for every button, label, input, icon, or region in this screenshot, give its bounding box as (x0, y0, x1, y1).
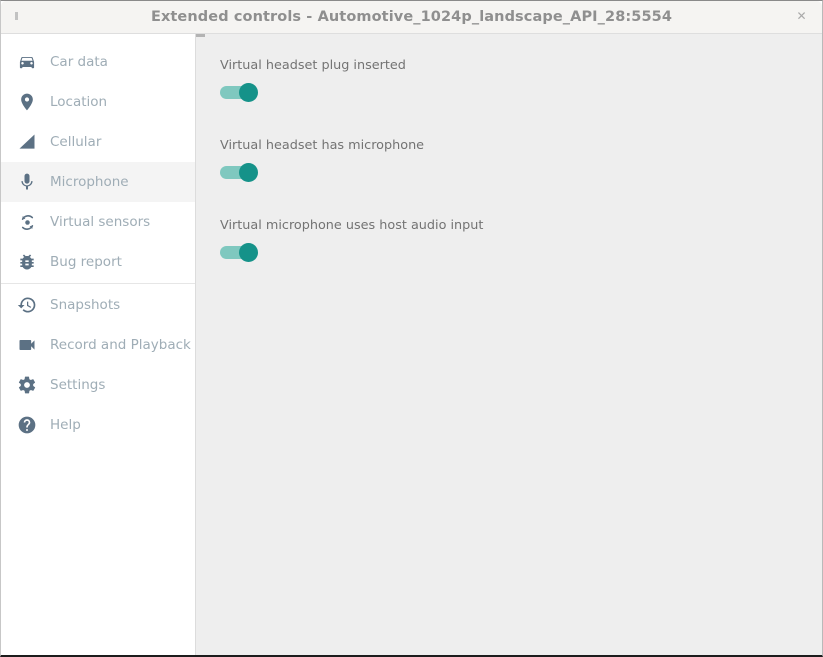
extended-controls-window: Extended controls - Automotive_1024p_lan… (0, 0, 823, 657)
toggle-knob (239, 163, 258, 182)
car-icon (17, 51, 43, 73)
sidebar-item-label: Cellular (50, 134, 101, 150)
sidebar-item-label: Microphone (50, 174, 129, 190)
microphone-settings-list: Virtual headset plug inserted Virtual hea… (196, 34, 822, 265)
sidebar-item-help[interactable]: Help (1, 405, 195, 445)
sidebar-item-snapshots[interactable]: Snapshots (1, 285, 195, 325)
setting-label: Virtual headset plug inserted (220, 58, 822, 73)
sidebar-item-car-data[interactable]: Car data (1, 42, 195, 82)
sidebar-item-label: Snapshots (50, 297, 120, 313)
setting-row-virtual-headset-plug-inserted: Virtual headset plug inserted (220, 58, 822, 105)
sidebar-item-cellular[interactable]: Cellular (1, 122, 195, 162)
location-pin-icon (17, 91, 43, 113)
setting-label: Virtual headset has microphone (220, 138, 822, 153)
close-icon[interactable]: ✕ (795, 10, 808, 23)
toggle-virtual-microphone-uses-host-audio-input[interactable] (220, 243, 258, 261)
setting-row-virtual-microphone-uses-host-audio-input: Virtual microphone uses host audio input (220, 218, 822, 265)
bug-icon (17, 251, 43, 273)
main-panel: Virtual headset plug inserted Virtual hea… (196, 34, 822, 655)
sidebar-divider (1, 283, 195, 284)
gear-icon (17, 374, 43, 396)
sidebar-item-label: Record and Playback (50, 337, 191, 353)
sidebar-item-location[interactable]: Location (1, 82, 195, 122)
toggle-virtual-headset-plug-inserted[interactable] (220, 83, 258, 101)
title-bar[interactable]: Extended controls - Automotive_1024p_lan… (1, 1, 822, 34)
sidebar-item-settings[interactable]: Settings (1, 365, 195, 405)
microphone-icon (17, 171, 43, 193)
sidebar-item-label: Virtual sensors (50, 214, 150, 230)
window-menu-icon[interactable] (15, 12, 18, 20)
sidebar-item-virtual-sensors[interactable]: Virtual sensors (1, 202, 195, 242)
video-camera-icon (17, 334, 43, 356)
toggle-knob (239, 243, 258, 262)
sidebar-item-record-and-playback[interactable]: Record and Playback (1, 325, 195, 365)
sidebar-item-label: Help (50, 417, 81, 433)
panel-scroll-nub (196, 34, 205, 37)
sidebar-item-label: Bug report (50, 254, 122, 270)
question-circle-icon (17, 414, 43, 436)
sidebar-nav: Car data Location Cellular Microphone Virtua… (1, 34, 196, 655)
setting-label: Virtual microphone uses host audio input (220, 218, 822, 233)
sidebar-item-label: Car data (50, 54, 108, 70)
window-body: Car data Location Cellular Microphone Virtua… (1, 34, 822, 655)
sidebar-item-label: Location (50, 94, 107, 110)
toggle-virtual-headset-has-microphone[interactable] (220, 163, 258, 181)
sidebar-item-bug-report[interactable]: Bug report (1, 242, 195, 282)
rotate-sensor-icon (17, 211, 43, 233)
toggle-knob (239, 83, 258, 102)
window-title: Extended controls - Automotive_1024p_lan… (151, 9, 672, 25)
history-clock-icon (17, 294, 43, 316)
signal-bars-icon (17, 131, 43, 153)
setting-row-virtual-headset-has-microphone: Virtual headset has microphone (220, 138, 822, 185)
sidebar-item-label: Settings (50, 377, 105, 393)
sidebar-item-microphone[interactable]: Microphone (1, 162, 195, 202)
